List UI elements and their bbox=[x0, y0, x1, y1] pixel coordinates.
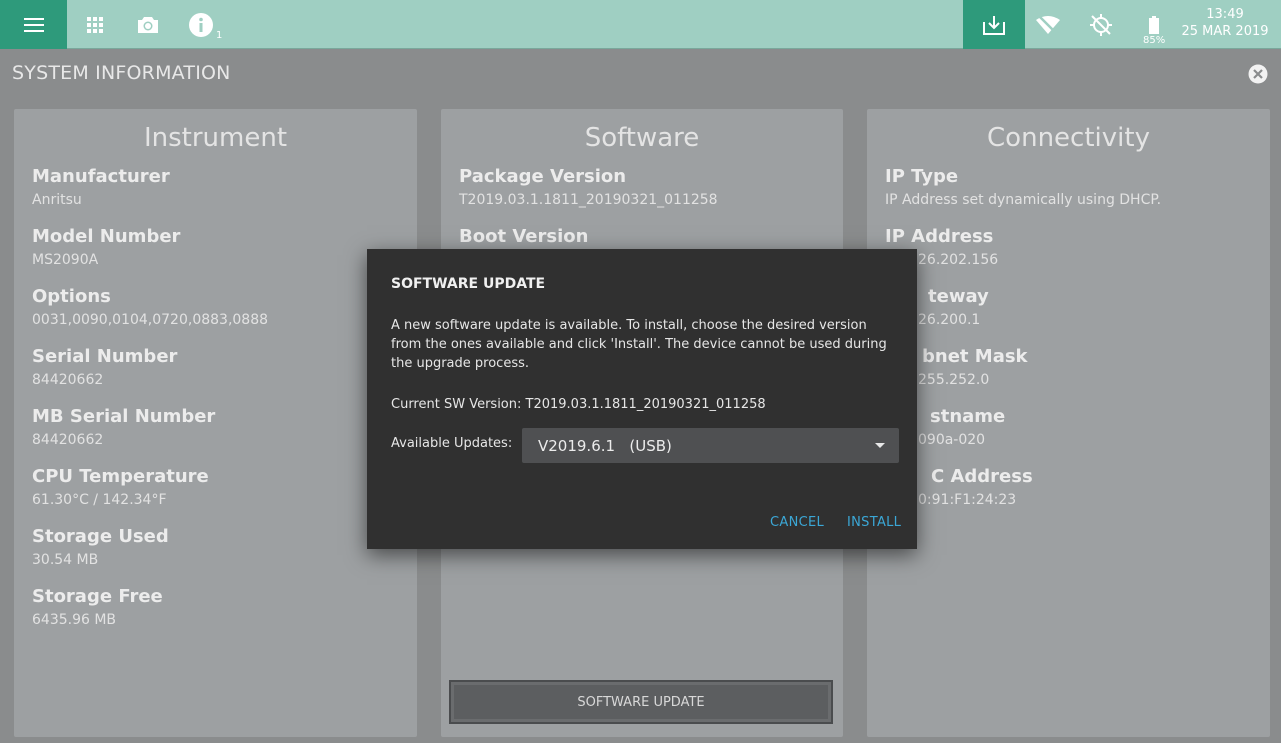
field-cpu-temperature: CPU Temperature 61.30°C / 142.34°F bbox=[32, 466, 209, 510]
clock-date: 25 MAR 2019 bbox=[1181, 24, 1269, 39]
hamburger-icon bbox=[23, 17, 44, 32]
field-value: T2019.03.1.1811_20190321_011258 bbox=[459, 192, 718, 208]
field-label: IP Type bbox=[885, 166, 959, 187]
field-storage-used: Storage Used 30.54 MB bbox=[32, 526, 169, 570]
gps-off-icon bbox=[1090, 13, 1112, 36]
apps-grid-icon bbox=[87, 16, 103, 33]
dialog-message: A new software update is available. To i… bbox=[391, 318, 887, 371]
screenshot-button[interactable] bbox=[133, 0, 163, 49]
field-label: Package Version bbox=[459, 166, 627, 187]
camera-icon bbox=[138, 16, 158, 33]
field-label: Serial Number bbox=[32, 346, 178, 367]
cancel-button[interactable]: CANCEL bbox=[770, 515, 824, 530]
field-label: IP Address bbox=[885, 226, 994, 247]
field-label: CPU Temperature bbox=[32, 466, 209, 487]
wifi-off-icon bbox=[1036, 14, 1060, 35]
software-update-dialog: SOFTWARE UPDATE A new software update is… bbox=[367, 249, 917, 549]
info-icon bbox=[189, 12, 213, 37]
clock-time: 13:49 bbox=[1206, 7, 1244, 22]
field-value: IP Address set dynamically using DHCP. bbox=[885, 192, 1162, 208]
menu-button[interactable] bbox=[0, 0, 67, 49]
download-update-button[interactable] bbox=[963, 0, 1025, 49]
close-icon[interactable] bbox=[1248, 64, 1268, 84]
page-title: SYSTEM INFORMATION bbox=[12, 62, 231, 84]
available-updates-label: Available Updates: bbox=[391, 436, 513, 451]
instrument-title: Instrument bbox=[143, 123, 288, 153]
field-manufacturer: Manufacturer Anritsu bbox=[32, 166, 170, 210]
field-ip-type: IP Type IP Address set dynamically using… bbox=[885, 166, 1161, 210]
field-value: 84420662 bbox=[32, 372, 104, 388]
field-mb-serial-number: MB Serial Number 84420662 bbox=[32, 406, 215, 450]
field-serial-number: Serial Number 84420662 bbox=[32, 346, 177, 390]
field-label: Options bbox=[32, 286, 111, 307]
connectivity-title: Connectivity bbox=[987, 123, 1150, 153]
current-sw-version: Current SW Version: T2019.03.1.1811_2019… bbox=[391, 397, 766, 412]
field-value: Anritsu bbox=[32, 192, 82, 208]
field-label: Boot Version bbox=[459, 226, 589, 247]
field-label: Storage Used bbox=[32, 526, 169, 547]
dropdown-caret-icon bbox=[875, 443, 885, 448]
field-storage-free: Storage Free 6435.96 MB bbox=[32, 586, 163, 630]
info-badge: 1 bbox=[216, 30, 223, 41]
install-button[interactable]: INSTALL bbox=[847, 515, 901, 530]
gps-status[interactable] bbox=[1087, 0, 1115, 49]
info-button[interactable] bbox=[186, 0, 216, 49]
clock: 13:49 25 MAR 2019 bbox=[1175, 6, 1275, 40]
field-value: 84420662 bbox=[32, 432, 104, 448]
field-value: MS2090A bbox=[32, 252, 99, 268]
field-boot-version: Boot Version bbox=[459, 226, 588, 250]
field-value: 61.30°C / 142.34°F bbox=[32, 492, 167, 508]
network-status[interactable] bbox=[1034, 0, 1062, 49]
dialog-title: SOFTWARE UPDATE bbox=[391, 276, 546, 292]
instrument-panel: Instrument Manufacturer Anritsu Model Nu… bbox=[14, 109, 417, 737]
download-icon bbox=[983, 15, 1005, 35]
field-label: Manufacturer bbox=[32, 166, 170, 187]
field-value: 30.54 MB bbox=[32, 552, 99, 568]
available-updates-select[interactable]: V2019.6.1 (USB) bbox=[522, 428, 899, 463]
apps-button[interactable] bbox=[80, 0, 110, 49]
battery-percent: 85% bbox=[1143, 35, 1166, 46]
connectivity-panel: Connectivity IP Type IP Address set dyna… bbox=[867, 109, 1270, 737]
battery-icon bbox=[1149, 15, 1159, 34]
field-model-number: Model Number MS2090A bbox=[32, 226, 180, 270]
field-options: Options 0031,0090,0104,0720,0883,0888 bbox=[32, 286, 268, 330]
field-label: MB Serial Number bbox=[32, 406, 216, 427]
field-value: 0031,0090,0104,0720,0883,0888 bbox=[32, 312, 269, 328]
top-bar: 1 85% 13:49 25 MAR 2019 bbox=[0, 0, 1281, 49]
field-value: 6435.96 MB bbox=[32, 612, 117, 628]
software-update-button[interactable]: SOFTWARE UPDATE bbox=[449, 680, 833, 724]
field-label: Model Number bbox=[32, 226, 181, 247]
field-package-version: Package Version T2019.03.1.1811_20190321… bbox=[459, 166, 718, 210]
selected-update: V2019.6.1 (USB) bbox=[538, 436, 672, 455]
software-title: Software bbox=[584, 123, 700, 153]
field-label: Storage Free bbox=[32, 586, 163, 607]
